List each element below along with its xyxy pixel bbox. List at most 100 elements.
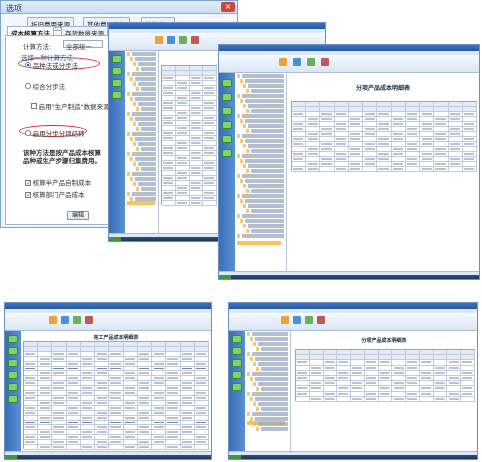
module-icon[interactable] — [8, 335, 18, 343]
radio-step-splitting[interactable]: 启用分步分项结转 — [25, 128, 85, 138]
tree-item[interactable] — [127, 152, 156, 156]
tree-item[interactable] — [136, 87, 156, 91]
tree-item[interactable] — [250, 357, 288, 361]
query-icon[interactable] — [281, 316, 289, 324]
close-doc-icon[interactable] — [191, 36, 199, 44]
tree-item[interactable] — [130, 137, 156, 141]
tree-item[interactable] — [243, 144, 284, 148]
tree-item[interactable] — [243, 84, 284, 88]
start-button[interactable] — [109, 237, 121, 241]
export-icon[interactable] — [305, 316, 313, 324]
export-icon[interactable] — [307, 58, 315, 66]
query-icon[interactable] — [155, 36, 163, 44]
close-doc-icon[interactable] — [321, 58, 329, 66]
print-icon[interactable] — [293, 58, 301, 66]
tree-item[interactable] — [247, 352, 288, 356]
tree-item[interactable] — [246, 169, 284, 173]
module-icon[interactable] — [232, 347, 242, 355]
close-doc-icon[interactable] — [317, 316, 325, 324]
module-icon[interactable] — [222, 135, 232, 143]
tree-item[interactable] — [240, 219, 284, 223]
module-icon[interactable] — [8, 395, 18, 403]
tree-item[interactable] — [246, 189, 284, 193]
tree-item[interactable] — [246, 209, 284, 213]
tree-item[interactable] — [253, 342, 288, 346]
tree-item[interactable] — [243, 164, 284, 168]
checkbox-department-cost[interactable]: ✓ 核算部门产品成本 — [25, 189, 85, 199]
tree-item[interactable] — [240, 119, 284, 123]
tree-item[interactable] — [130, 57, 156, 61]
tree-item[interactable] — [130, 197, 156, 201]
tree-item[interactable] — [127, 52, 156, 56]
tree-item[interactable] — [237, 114, 284, 118]
tree-item[interactable] — [136, 127, 156, 131]
tree-item[interactable] — [243, 224, 284, 228]
tree-item[interactable] — [256, 367, 288, 371]
start-button[interactable] — [229, 455, 241, 459]
report-tree[interactable] — [235, 73, 287, 271]
tree-item[interactable] — [133, 102, 156, 106]
tree-item[interactable] — [127, 192, 156, 196]
tree-item[interactable] — [127, 172, 156, 176]
tree-item[interactable] — [253, 382, 288, 386]
tree-item[interactable] — [256, 427, 288, 431]
print-icon[interactable] — [293, 316, 301, 324]
tree-item[interactable] — [243, 204, 284, 208]
tree-item[interactable] — [237, 154, 284, 158]
tree-item[interactable] — [136, 187, 156, 191]
tree-item[interactable] — [243, 104, 284, 108]
module-icon[interactable] — [112, 91, 122, 99]
tree-item[interactable] — [246, 89, 284, 93]
module-icon[interactable] — [232, 359, 242, 367]
tree-item[interactable] — [246, 109, 284, 113]
tree-item[interactable] — [136, 147, 156, 151]
tree-item[interactable] — [130, 117, 156, 121]
tree-item[interactable] — [240, 199, 284, 203]
tree-item[interactable] — [133, 62, 156, 66]
module-icon[interactable] — [222, 93, 232, 101]
tree-item[interactable] — [247, 412, 288, 416]
tree-item[interactable] — [247, 392, 288, 396]
module-icon[interactable] — [8, 359, 18, 367]
checkbox-semi-product[interactable]: ✓ 核算半产品自制成本 — [25, 177, 91, 187]
tree-item[interactable] — [237, 194, 284, 198]
tree-item[interactable] — [127, 72, 156, 76]
tree-item[interactable] — [133, 182, 156, 186]
tree-item-selected[interactable] — [237, 241, 281, 245]
tree-item-selected[interactable] — [127, 201, 155, 205]
tree-item[interactable] — [237, 134, 284, 138]
tree-item[interactable] — [243, 124, 284, 128]
close-doc-icon[interactable] — [85, 316, 93, 324]
tree-item[interactable] — [246, 149, 284, 153]
tree-item[interactable] — [240, 139, 284, 143]
report-tree[interactable] — [245, 331, 291, 451]
tree-item[interactable] — [250, 377, 288, 381]
tree-item[interactable] — [237, 214, 284, 218]
module-icon[interactable] — [232, 383, 242, 391]
tree-item[interactable] — [240, 79, 284, 83]
tree-item[interactable] — [130, 97, 156, 101]
tree-item[interactable] — [246, 129, 284, 133]
print-icon[interactable] — [61, 316, 69, 324]
tree-item[interactable] — [250, 397, 288, 401]
query-icon[interactable] — [279, 58, 287, 66]
tree-item[interactable] — [130, 177, 156, 181]
tree-item[interactable] — [127, 132, 156, 136]
module-icon[interactable] — [222, 79, 232, 87]
tree-item[interactable] — [240, 99, 284, 103]
module-icon[interactable] — [112, 55, 122, 63]
module-icon[interactable] — [222, 149, 232, 157]
module-icon[interactable] — [112, 67, 122, 75]
calc-method-select[interactable]: 全部统一 — [63, 40, 103, 51]
tree-item[interactable] — [256, 347, 288, 351]
tree-item[interactable] — [127, 112, 156, 116]
tree-item[interactable] — [253, 422, 288, 426]
tree-item[interactable] — [136, 67, 156, 71]
radio-product-category[interactable]: 品种法或分步法 — [25, 60, 78, 70]
tree-item[interactable] — [130, 77, 156, 81]
tree-item[interactable] — [240, 159, 284, 163]
tree-item[interactable] — [240, 179, 284, 183]
module-icon[interactable] — [8, 383, 18, 391]
tree-item[interactable] — [133, 122, 156, 126]
tree-item[interactable] — [237, 94, 284, 98]
